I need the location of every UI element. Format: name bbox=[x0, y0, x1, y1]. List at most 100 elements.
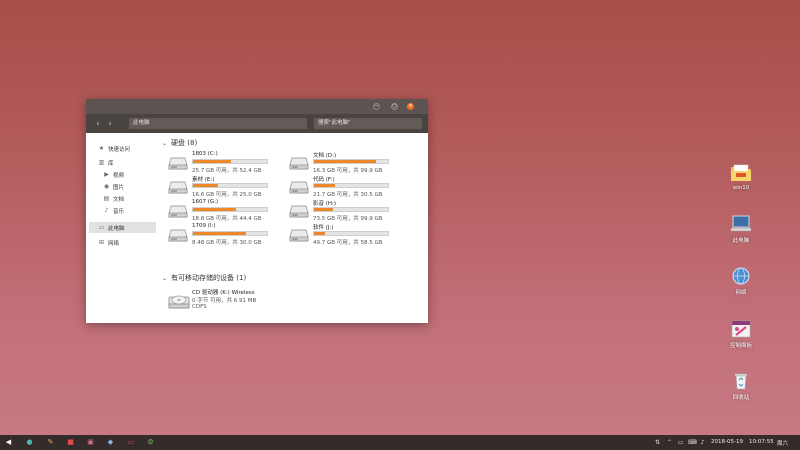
taskbar-app-chat-icon[interactable]: ● bbox=[25, 438, 34, 447]
drive-item[interactable]: 代码 (F:) 21.7 GB 可用，共 30.5 GB bbox=[289, 175, 409, 201]
taskbar-app-computer-icon[interactable]: ▭ bbox=[126, 438, 135, 447]
desktop-icon-win10[interactable]: win10 bbox=[726, 163, 756, 197]
sidebar-item-documents[interactable]: ▤ 文档 bbox=[103, 193, 158, 204]
drive-usage-fill bbox=[314, 160, 377, 163]
drive-usage-bar bbox=[192, 159, 268, 164]
sidebar-item-this-pc[interactable]: ▭ 此电脑 bbox=[89, 222, 156, 233]
drive-item[interactable]: 1709 (I:) 8.48 GB 可用，共 30.0 GB bbox=[168, 223, 288, 249]
drive-usage-fill bbox=[314, 208, 334, 211]
video-icon: ▶ bbox=[104, 171, 109, 178]
cd-drive-icon bbox=[168, 295, 190, 309]
drive-usage-fill bbox=[193, 184, 219, 187]
drive-usage-bar bbox=[192, 207, 268, 212]
message-icon[interactable]: ▭ bbox=[677, 439, 684, 446]
control-panel-icon bbox=[731, 320, 751, 338]
taskbar: ◀ ● ✎ ■ ▣ ◆ ▭ ⚙ ⇅ ⌃ ▭ ⌨ ♪ 2018-05-19 10:07:55 周六 bbox=[0, 435, 800, 450]
drive-item[interactable]: 影音 (H:) 73.5 GB 可用，共 99.9 GB bbox=[289, 199, 409, 225]
sidebar-item-video[interactable]: ▶ 视频 bbox=[103, 169, 158, 180]
desktop-icon-this-pc[interactable]: 此电脑 bbox=[726, 214, 756, 248]
close-button[interactable]: × bbox=[407, 103, 414, 110]
network-icon: ⊞ bbox=[98, 239, 105, 246]
drive-free-space: 73.5 GB 可用，共 99.9 GB bbox=[313, 216, 383, 222]
drive-item[interactable]: 素材 (E:) 16.6 GB 可用，共 25.0 GB bbox=[168, 175, 288, 201]
hard-drive-icon bbox=[168, 181, 188, 194]
drive-name: 素材 (E:) bbox=[192, 177, 215, 183]
drive-usage-fill bbox=[193, 208, 236, 211]
library-icon: ▥ bbox=[98, 159, 105, 166]
file-explorer-window: − ○ × ‹ › 此电脑 搜索"此电脑" ★ 快速访问 ▥ 库 ▶ 视频 ◉ … bbox=[86, 99, 428, 323]
star-icon: ★ bbox=[98, 145, 105, 152]
drive-free-space: 18.8 GB 可用，共 44.4 GB bbox=[192, 216, 262, 222]
chevron-up-icon[interactable]: ⌃ bbox=[666, 439, 673, 446]
chevron-down-icon: ⌄ bbox=[162, 274, 168, 282]
music-icon: ♪ bbox=[104, 207, 109, 214]
group-header-drives[interactable]: ⌄ 硬盘 (8) bbox=[162, 138, 197, 148]
clock-time[interactable]: 10:07:55 bbox=[749, 439, 774, 445]
hard-drive-icon bbox=[168, 229, 188, 242]
drive-usage-bar bbox=[313, 207, 389, 212]
volume-icon[interactable]: ♪ bbox=[699, 439, 706, 446]
desktop-icon-recycle-bin[interactable]: 回收站 bbox=[726, 371, 756, 405]
drive-name: 1607 (G:) bbox=[192, 199, 219, 205]
drive-usage-bar bbox=[313, 231, 389, 236]
document-icon: ▤ bbox=[103, 195, 110, 202]
sidebar-item-pictures[interactable]: ◉ 图片 bbox=[103, 181, 158, 192]
taskbar-app-files-icon[interactable]: ▣ bbox=[86, 438, 95, 447]
drive-name: 1709 (I:) bbox=[192, 223, 216, 229]
drive-item[interactable]: 1607 (G:) 18.8 GB 可用，共 44.4 GB bbox=[168, 199, 288, 225]
taskbar-app-pen-icon[interactable]: ✎ bbox=[46, 438, 55, 447]
clock-weekday[interactable]: 周六 bbox=[777, 439, 788, 447]
drive-name: 1803 (C:) bbox=[192, 151, 218, 157]
taskbar-app-settings-icon[interactable]: ⚙ bbox=[146, 438, 155, 447]
sidebar-item-music[interactable]: ♪ 音乐 bbox=[103, 205, 158, 216]
hard-drive-icon bbox=[289, 181, 309, 194]
drive-usage-fill bbox=[314, 232, 326, 235]
taskbar-app-start-icon[interactable]: ◀ bbox=[4, 438, 13, 447]
drive-usage-bar bbox=[313, 159, 389, 164]
search-input[interactable]: 搜索"此电脑" bbox=[314, 118, 422, 129]
drive-name: 文档 (D:) bbox=[313, 153, 337, 159]
drive-item[interactable]: 文档 (D:) 16.3 GB 可用，共 99.9 GB bbox=[289, 151, 409, 177]
back-button[interactable]: ‹ bbox=[93, 119, 103, 129]
hard-drive-icon bbox=[168, 157, 188, 170]
minimize-button[interactable]: − bbox=[373, 103, 380, 110]
window-titlebar[interactable]: − ○ × bbox=[86, 99, 428, 114]
keyboard-icon[interactable]: ⌨ bbox=[688, 439, 697, 446]
navigation-pane: ★ 快速访问 ▥ 库 ▶ 视频 ◉ 图片 ▤ 文档 ♪ 音乐 ▭ 此电脑 ⊞ 网 bbox=[86, 133, 159, 323]
sort-icon[interactable]: ⇅ bbox=[654, 439, 661, 446]
sidebar-item-network[interactable]: ⊞ 网络 bbox=[98, 237, 158, 248]
drive-name: 软件 (J:) bbox=[313, 225, 334, 231]
drive-free-space: 25.7 GB 可用，共 52.4 GB bbox=[192, 168, 262, 174]
recycle-bin-icon bbox=[734, 373, 748, 390]
drive-free-space: 49.7 GB 可用，共 58.5 GB bbox=[313, 240, 383, 246]
folder-icon bbox=[731, 164, 751, 181]
drive-free-space: 21.7 GB 可用，共 30.5 GB bbox=[313, 192, 383, 198]
content-pane: ⌄ 硬盘 (8) 1803 (C:) 25.7 GB 可用，共 52.4 GB 文档… bbox=[160, 133, 428, 323]
drive-usage-bar bbox=[192, 183, 268, 188]
drive-usage-bar bbox=[313, 183, 389, 188]
hard-drive-icon bbox=[289, 229, 309, 242]
drive-usage-bar bbox=[192, 231, 268, 236]
taskbar-app-doc-icon[interactable]: ■ bbox=[66, 438, 75, 447]
drive-name: 代码 (F:) bbox=[313, 177, 335, 183]
drive-usage-fill bbox=[314, 184, 336, 187]
drive-usage-fill bbox=[193, 232, 247, 235]
group-header-removable[interactable]: ⌄ 有可移动存储的设备 (1) bbox=[162, 273, 246, 283]
explorer-toolbar: ‹ › 此电脑 搜索"此电脑" bbox=[86, 114, 428, 133]
desktop-icon-network[interactable]: 网络 bbox=[726, 266, 756, 300]
hard-drive-icon bbox=[289, 157, 309, 170]
clock-date[interactable]: 2018-05-19 bbox=[711, 439, 743, 445]
network-globe-icon bbox=[732, 267, 750, 285]
computer-icon: ▭ bbox=[98, 224, 105, 231]
drive-item[interactable]: 软件 (J:) 49.7 GB 可用，共 58.5 GB bbox=[289, 223, 409, 249]
maximize-button[interactable]: ○ bbox=[391, 103, 398, 110]
address-bar[interactable]: 此电脑 bbox=[129, 118, 307, 129]
sidebar-item-library[interactable]: ▥ 库 bbox=[98, 157, 158, 168]
desktop-icon-control-panel[interactable]: 控制面板 bbox=[726, 319, 756, 353]
forward-button[interactable]: › bbox=[105, 119, 115, 129]
taskbar-app-game-icon[interactable]: ◆ bbox=[106, 438, 115, 447]
cd-drive-k[interactable]: CD 驱动器 (K:) Wireless 0 字节 可用，共 6.91 MB C… bbox=[168, 288, 368, 318]
drive-item[interactable]: 1803 (C:) 25.7 GB 可用，共 52.4 GB bbox=[168, 151, 288, 177]
sidebar-item-quick-access[interactable]: ★ 快速访问 bbox=[98, 143, 158, 154]
drive-free-space: 16.3 GB 可用，共 99.9 GB bbox=[313, 168, 383, 174]
